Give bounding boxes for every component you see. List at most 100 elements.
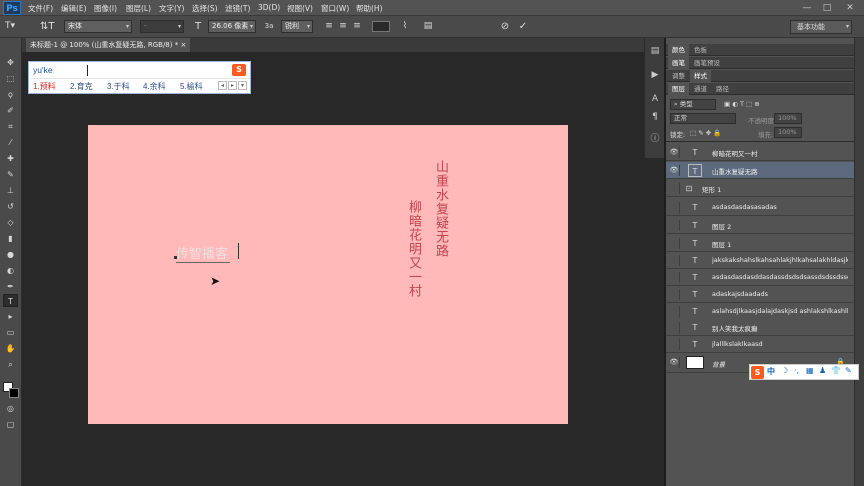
sogou-logo-icon[interactable]: S bbox=[751, 366, 764, 379]
hidden-eye-icon[interactable] bbox=[669, 183, 680, 194]
brush-tool-icon[interactable]: ✎ bbox=[3, 168, 18, 181]
hidden-eye-icon[interactable] bbox=[669, 238, 680, 249]
menu-help[interactable]: 帮助(H) bbox=[356, 3, 383, 14]
align-left-icon[interactable]: ≡ bbox=[322, 20, 336, 33]
ime-candidate[interactable]: 3.于科 bbox=[107, 81, 130, 92]
tab-brush[interactable]: 画笔 bbox=[668, 57, 689, 69]
clone-stamp-tool-icon[interactable]: ⊥ bbox=[3, 184, 18, 197]
screen-mode-icon[interactable]: ▢ bbox=[3, 418, 18, 431]
hidden-eye-icon[interactable] bbox=[669, 220, 680, 231]
tab-paths[interactable]: 路径 bbox=[712, 83, 733, 95]
tab-layers[interactable]: 图层 bbox=[668, 83, 689, 95]
menu-edit[interactable]: 编辑(E) bbox=[61, 3, 87, 14]
workspace-select[interactable]: 基本功能 ▾ bbox=[790, 20, 852, 34]
zoom-tool-icon[interactable]: ⌕ bbox=[3, 358, 18, 371]
actions-panel-icon[interactable]: ▶ bbox=[648, 68, 662, 82]
hidden-eye-icon[interactable] bbox=[669, 272, 680, 283]
document-tab[interactable]: 未标题-1 @ 100% (山重水复疑无路, RGB/8) * × bbox=[26, 38, 190, 52]
ime-expand-icon[interactable]: ▾ bbox=[238, 81, 247, 90]
vertical-text-layer-2[interactable]: 柳暗花明又一村 bbox=[404, 200, 423, 298]
layer-filter-select[interactable]: ⌕ 类型 bbox=[670, 99, 716, 110]
ime-next-page-icon[interactable]: ▸ bbox=[228, 81, 237, 90]
document-canvas[interactable] bbox=[88, 125, 568, 424]
character-panel-icon[interactable]: ▤ bbox=[421, 20, 435, 33]
layer-row[interactable]: T asdasdasdasddasdassdsdsdsassdsdssdssda… bbox=[666, 269, 854, 286]
lock-icons[interactable]: ⬚ ✎ ✥ 🔒 bbox=[690, 129, 721, 137]
warp-text-icon[interactable]: ⌇ bbox=[398, 20, 412, 33]
tab-swatches[interactable]: 色板 bbox=[690, 44, 711, 56]
tab-channels[interactable]: 通道 bbox=[690, 83, 711, 95]
layer-row[interactable]: T 图层 1 bbox=[666, 235, 854, 252]
ime-candidate[interactable]: 2.育克 bbox=[70, 81, 93, 92]
quick-mask-icon[interactable]: ◎ bbox=[3, 402, 18, 415]
eyedropper-tool-icon[interactable]: ⁄ bbox=[3, 136, 18, 149]
info-panel-icon[interactable]: ⓘ bbox=[648, 132, 662, 146]
ime-candidate[interactable]: 1.预料 bbox=[33, 81, 56, 92]
history-brush-tool-icon[interactable]: ↺ bbox=[3, 200, 18, 213]
layer-filter-icons[interactable]: ▣ ◐ T ⬚ ⊕ bbox=[724, 100, 760, 108]
opacity-input[interactable]: 100% bbox=[774, 113, 802, 124]
minimize-button[interactable]: — bbox=[800, 2, 814, 14]
healing-brush-tool-icon[interactable]: ✚ bbox=[3, 152, 18, 165]
menu-select[interactable]: 选择(S) bbox=[192, 3, 218, 14]
character-panel-icon[interactable]: A bbox=[648, 92, 662, 106]
tab-styles[interactable]: 样式 bbox=[690, 70, 711, 82]
history-panel-icon[interactable]: ▤ bbox=[648, 44, 662, 58]
background-color-swatch[interactable] bbox=[9, 388, 19, 398]
dodge-tool-icon[interactable]: ◐ bbox=[3, 264, 18, 277]
eye-icon[interactable]: 👁 bbox=[669, 165, 680, 176]
sogou-punct-icon[interactable]: ·, bbox=[794, 366, 799, 375]
layer-row[interactable]: T jlalllkslaklkaasd bbox=[666, 336, 854, 353]
close-window-button[interactable]: ✕ bbox=[843, 2, 857, 14]
layer-row[interactable]: T 图层 2 bbox=[666, 217, 854, 234]
ime-candidate[interactable]: 5.榆科 bbox=[180, 81, 203, 92]
hidden-eye-icon[interactable] bbox=[669, 202, 680, 213]
menu-view[interactable]: 视图(V) bbox=[287, 3, 313, 14]
menu-layer[interactable]: 图层(L) bbox=[126, 3, 151, 14]
layer-row[interactable]: T aslahsdjlkaasjdalajdaskjsd ashlakshlka… bbox=[666, 303, 854, 320]
paragraph-panel-icon[interactable]: ¶ bbox=[648, 110, 662, 124]
font-family-select[interactable]: 宋体 ▾ bbox=[64, 20, 132, 33]
hidden-eye-icon[interactable] bbox=[669, 255, 680, 266]
font-style-select[interactable]: - ▾ bbox=[140, 20, 184, 33]
menu-window[interactable]: 窗口(W) bbox=[321, 3, 349, 14]
align-right-icon[interactable]: ≡ bbox=[350, 20, 364, 33]
text-color-swatch[interactable] bbox=[372, 21, 390, 32]
close-tab-icon[interactable]: × bbox=[180, 41, 186, 49]
menu-image[interactable]: 图像(I) bbox=[94, 3, 117, 14]
text-orientation-icon[interactable]: ⇅T bbox=[40, 20, 55, 33]
crop-tool-icon[interactable]: ⌗ bbox=[3, 120, 18, 133]
sogou-keyboard-icon[interactable]: ▦ bbox=[806, 366, 814, 375]
pen-tool-icon[interactable]: ✒ bbox=[3, 280, 18, 293]
hidden-eye-icon[interactable] bbox=[669, 322, 680, 333]
eraser-tool-icon[interactable]: ◇ bbox=[3, 216, 18, 229]
tab-adjustments[interactable]: 调整 bbox=[668, 70, 689, 82]
tab-color[interactable]: 颜色 bbox=[668, 44, 689, 56]
layer-row[interactable]: T 别人笑我太疯癫 bbox=[666, 319, 854, 336]
sogou-user-icon[interactable]: ♟ bbox=[819, 366, 826, 375]
layer-row[interactable]: 👁 T 柳暗花明又一村 bbox=[666, 144, 854, 161]
move-tool-icon[interactable]: ✥ bbox=[3, 56, 18, 69]
ime-candidate[interactable]: 4.余科 bbox=[143, 81, 166, 92]
eye-icon[interactable]: 👁 bbox=[669, 147, 680, 158]
sogou-skin-icon[interactable]: 👕 bbox=[831, 366, 841, 375]
rectangle-tool-icon[interactable]: ▭ bbox=[3, 326, 18, 339]
cancel-icon[interactable]: ⊘ bbox=[498, 20, 512, 33]
hidden-eye-icon[interactable] bbox=[669, 289, 680, 300]
antialias-select[interactable]: 锐利 ▾ bbox=[281, 20, 313, 33]
commit-check-icon[interactable]: ✓ bbox=[516, 20, 530, 33]
lasso-tool-icon[interactable]: ϙ bbox=[3, 88, 18, 101]
layer-row[interactable]: 👁 T 山重水复疑无路 bbox=[666, 162, 854, 179]
layer-row[interactable]: T adaskajsdaadads bbox=[666, 286, 854, 303]
type-tool-icon[interactable]: T bbox=[3, 294, 18, 307]
marquee-tool-icon[interactable]: ⬚ bbox=[3, 72, 18, 85]
editing-text[interactable]: 传智播客 bbox=[176, 243, 231, 263]
eye-icon[interactable]: 👁 bbox=[669, 357, 680, 368]
panel-scrollbar[interactable] bbox=[854, 38, 864, 486]
menu-filter[interactable]: 滤镜(T) bbox=[225, 3, 250, 14]
path-select-tool-icon[interactable]: ▸ bbox=[3, 310, 18, 323]
menu-type[interactable]: 文字(Y) bbox=[159, 3, 184, 14]
blur-tool-icon[interactable]: ● bbox=[3, 248, 18, 261]
ime-prev-page-icon[interactable]: ◂ bbox=[218, 81, 227, 90]
sogou-moon-icon[interactable]: ☽ bbox=[781, 366, 788, 375]
